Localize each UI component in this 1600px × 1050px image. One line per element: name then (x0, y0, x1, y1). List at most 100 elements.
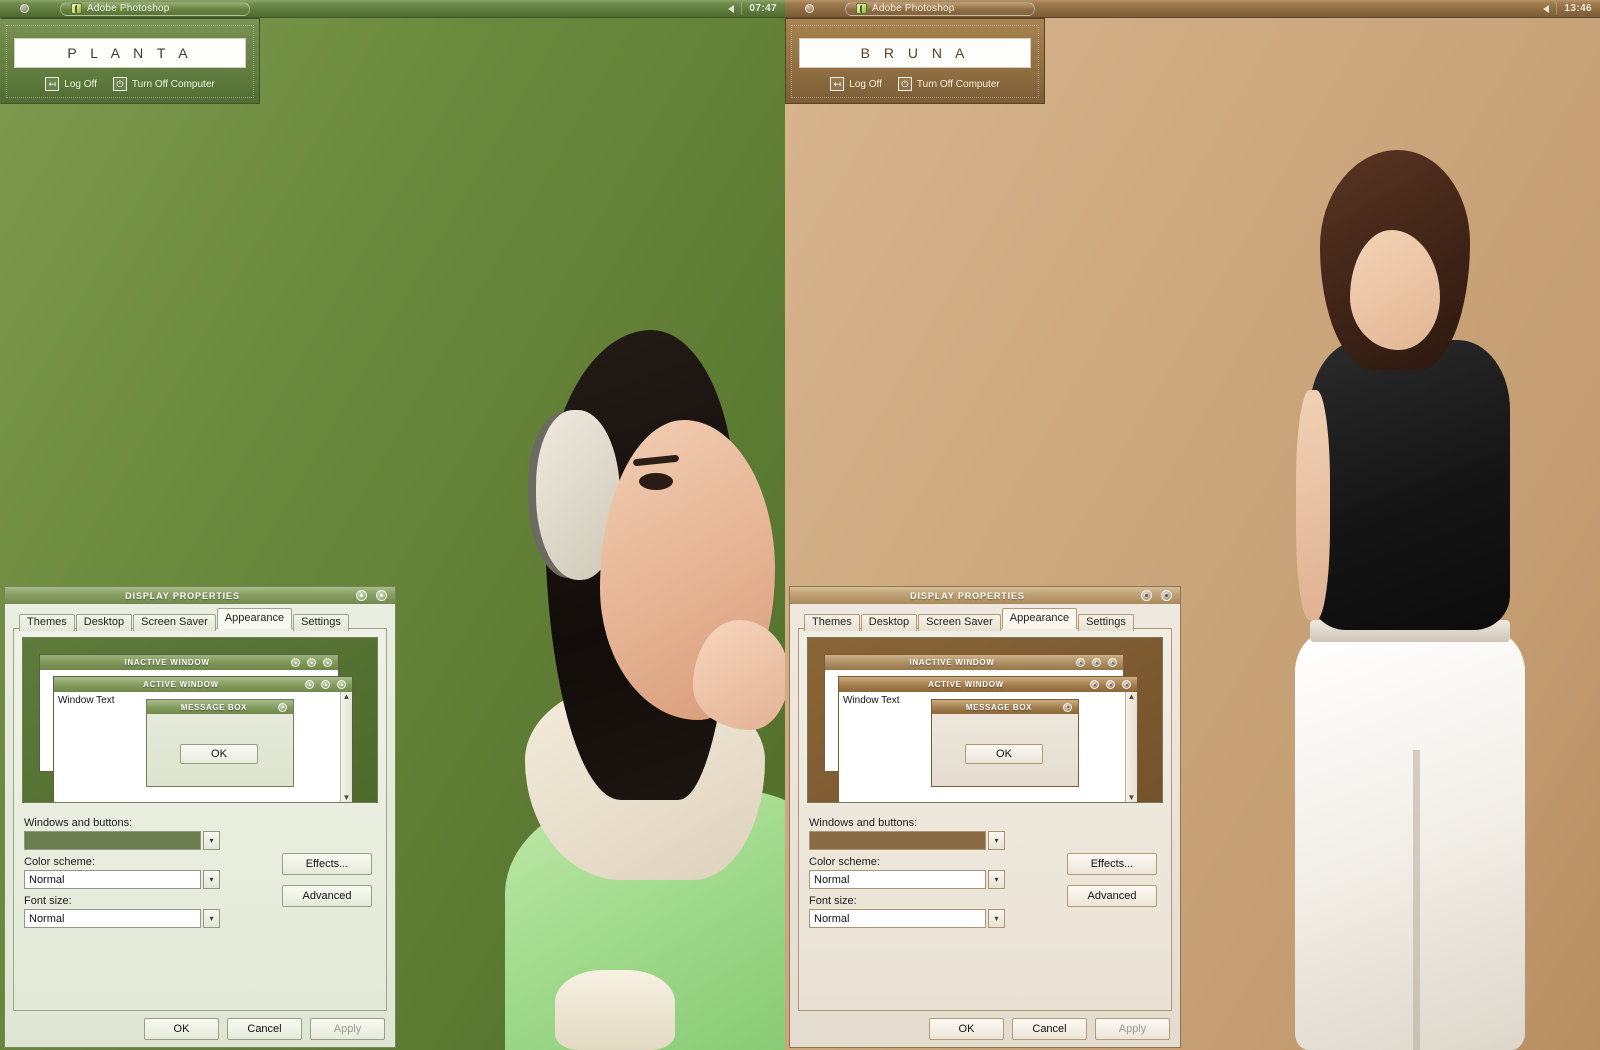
effects-button[interactable]: Effects... (1067, 853, 1157, 875)
chevron-down-icon[interactable]: ▾ (203, 831, 220, 850)
appearance-preview: INACTIVE WINDOW ACTIVE WINDOW Window Tex… (807, 637, 1163, 803)
taskbar-item-adobe-photoshop[interactable]: Adobe Photoshop (60, 1, 250, 16)
preview-minimize-icon (305, 680, 314, 689)
chevron-up-icon: ▲ (1127, 692, 1136, 701)
advanced-button[interactable]: Advanced (1067, 885, 1157, 907)
chevron-down-icon[interactable]: ▾ (203, 909, 220, 928)
preview-active-title: ACTIVE WINDOW (143, 680, 219, 689)
system-tray-green[interactable]: 07:47 (728, 2, 785, 15)
volume-icon[interactable] (1543, 4, 1550, 13)
clock-brown[interactable]: 13:46 (1564, 3, 1592, 14)
preview-close-icon (1108, 658, 1117, 667)
taskbar-green[interactable]: Adobe Photoshop 07:47 (0, 0, 785, 18)
tray-divider (1556, 2, 1558, 15)
preview-maximize-icon (1106, 680, 1115, 689)
help-button[interactable] (1141, 590, 1152, 601)
tab-appearance[interactable]: Appearance (1001, 608, 1078, 629)
taskbar-item-label: Adobe Photoshop (872, 3, 955, 14)
tab-themes[interactable]: Themes (804, 614, 860, 631)
windows-and-buttons-combo[interactable]: ▾ (24, 831, 220, 850)
taskbar-brown[interactable]: Adobe Photoshop 13:46 (785, 0, 1600, 18)
preview-active-title: ACTIVE WINDOW (928, 680, 1004, 689)
preview-minimize-icon (291, 658, 300, 667)
start-menu-brown[interactable]: B R U N A ↤ Log Off ⏻ Turn Off Computer (785, 18, 1045, 104)
turn-off-label: Turn Off Computer (916, 78, 1000, 90)
preview-ok-button: OK (180, 744, 258, 764)
log-off-icon: ↤ (45, 77, 60, 91)
ok-button[interactable]: OK (144, 1018, 219, 1040)
ok-button[interactable]: OK (929, 1018, 1004, 1040)
color-scheme-combo[interactable]: Normal ▾ (809, 870, 1005, 889)
dialog-titlebar[interactable]: DISPLAY PROPERTIES (790, 587, 1180, 604)
dialog-tabs[interactable]: Themes Desktop Screen Saver Appearance S… (13, 608, 387, 631)
tab-themes[interactable]: Themes (19, 614, 75, 631)
tab-settings[interactable]: Settings (1078, 614, 1134, 631)
start-button-brown[interactable] (795, 2, 823, 16)
turn-off-computer-button-green[interactable]: ⏻ Turn Off Computer (112, 77, 215, 91)
close-button[interactable] (1161, 590, 1172, 601)
desktop-green[interactable]: Adobe Photoshop 07:47 P L A N T A ↤ Log … (0, 0, 785, 1050)
tab-settings[interactable]: Settings (293, 614, 349, 631)
preview-active-window: ACTIVE WINDOW Window Text MESSAGE BOX OK… (838, 676, 1138, 802)
volume-icon[interactable] (728, 4, 735, 13)
desktop-brown[interactable]: Adobe Photoshop 13:46 B R U N A ↤ Log Of… (785, 0, 1600, 1050)
taskbar-item-label: Adobe Photoshop (87, 3, 170, 14)
preview-window-text: Window Text (843, 695, 900, 706)
appearance-form: Windows and buttons: ▾ Color scheme: Nor… (807, 803, 1163, 928)
dialog-titlebar[interactable]: DISPLAY PROPERTIES (5, 587, 395, 604)
start-menu-green[interactable]: P L A N T A ↤ Log Off ⏻ Turn Off Compute… (0, 18, 260, 104)
appearance-form: Windows and buttons: ▾ Color scheme: Nor… (22, 803, 378, 928)
preview-close-icon (1122, 680, 1131, 689)
log-off-button-brown[interactable]: ↤ Log Off (830, 77, 882, 91)
cancel-button[interactable]: Cancel (1012, 1018, 1087, 1040)
preview-inactive-title: INACTIVE WINDOW (124, 658, 210, 667)
tab-appearance[interactable]: Appearance (216, 608, 293, 629)
font-size-value: Normal (809, 909, 986, 928)
preview-ok-button: OK (965, 744, 1043, 764)
chevron-down-icon[interactable]: ▾ (988, 870, 1005, 889)
dialog-tabs[interactable]: Themes Desktop Screen Saver Appearance S… (798, 608, 1172, 631)
windows-and-buttons-combo[interactable]: ▾ (809, 831, 1005, 850)
display-properties-dialog-brown[interactable]: DISPLAY PROPERTIES Themes Desktop Screen… (789, 586, 1181, 1048)
windows-and-buttons-value (809, 831, 986, 850)
clock-green[interactable]: 07:47 (749, 3, 777, 14)
preview-maximize-icon (321, 680, 330, 689)
close-button[interactable] (376, 590, 387, 601)
font-size-combo[interactable]: Normal ▾ (24, 909, 220, 928)
effects-button[interactable]: Effects... (282, 853, 372, 875)
font-size-combo[interactable]: Normal ▾ (809, 909, 1005, 928)
color-scheme-combo[interactable]: Normal ▾ (24, 870, 220, 889)
preview-minimize-icon (1076, 658, 1085, 667)
log-off-button-green[interactable]: ↤ Log Off (45, 77, 97, 91)
power-icon: ⏻ (897, 77, 912, 91)
start-button-green[interactable] (10, 2, 38, 16)
cancel-button[interactable]: Cancel (227, 1018, 302, 1040)
preview-inactive-title: INACTIVE WINDOW (909, 658, 995, 667)
dialog-footer: OK Cancel Apply (5, 1011, 395, 1047)
user-name-box-green: P L A N T A (14, 38, 246, 68)
chevron-down-icon[interactable]: ▾ (988, 831, 1005, 850)
system-tray-brown[interactable]: 13:46 (1543, 2, 1600, 15)
log-off-label: Log Off (64, 78, 97, 90)
tab-screen-saver[interactable]: Screen Saver (918, 614, 1001, 631)
preview-scrollbar: ▲ ▼ (340, 692, 352, 802)
windows-and-buttons-label: Windows and buttons: (24, 817, 133, 829)
wallpaper-figure-brown (1280, 120, 1580, 1050)
turn-off-computer-button-brown[interactable]: ⏻ Turn Off Computer (897, 77, 1000, 91)
log-off-icon: ↤ (830, 77, 845, 91)
chevron-up-icon: ▲ (342, 692, 351, 701)
preview-msgbox-close-icon (1063, 702, 1072, 712)
help-button[interactable] (356, 590, 367, 601)
display-properties-dialog-green[interactable]: DISPLAY PROPERTIES Themes Desktop Screen… (4, 586, 396, 1048)
power-icon: ⏻ (112, 77, 127, 91)
taskbar-item-adobe-photoshop[interactable]: Adobe Photoshop (845, 1, 1035, 16)
preview-message-box-title: MESSAGE BOX (180, 702, 248, 712)
chevron-down-icon[interactable]: ▾ (203, 870, 220, 889)
chevron-down-icon: ▼ (1127, 793, 1136, 802)
tab-desktop[interactable]: Desktop (75, 614, 133, 631)
tab-desktop[interactable]: Desktop (860, 614, 918, 631)
advanced-button[interactable]: Advanced (282, 885, 372, 907)
tab-screen-saver[interactable]: Screen Saver (133, 614, 216, 631)
chevron-down-icon[interactable]: ▾ (988, 909, 1005, 928)
windows-and-buttons-value (24, 831, 201, 850)
